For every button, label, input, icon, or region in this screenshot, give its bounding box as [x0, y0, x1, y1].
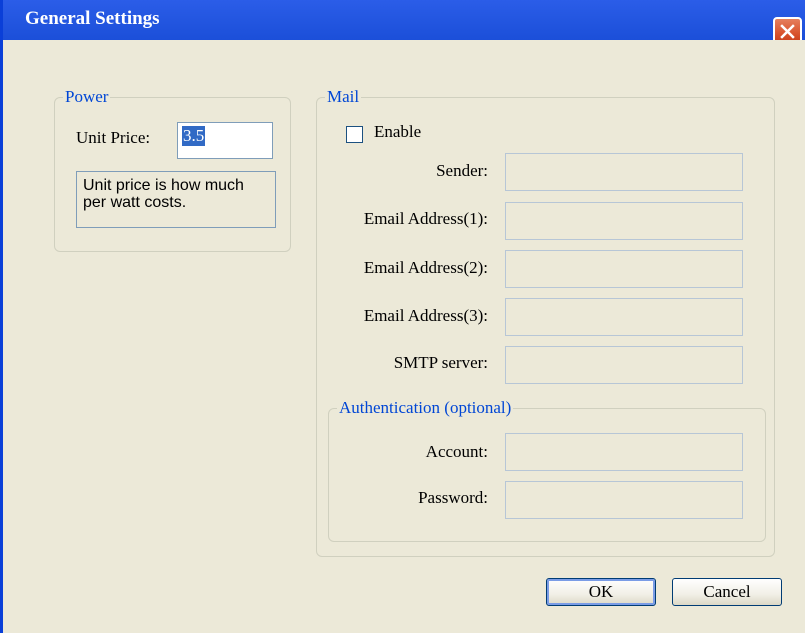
email-address-3-input[interactable] — [505, 298, 743, 336]
account-label: Account: — [425, 442, 488, 461]
close-x-icon — [780, 24, 795, 39]
unit-price-hint: Unit price is how much per watt costs. — [76, 171, 276, 228]
ok-button[interactable]: OK — [546, 578, 656, 606]
title-bar[interactable]: General Settings — [3, 0, 805, 40]
email-address-2-label: Email Address(2): — [363, 258, 488, 277]
password-input[interactable] — [505, 481, 743, 519]
window-title: General Settings — [25, 8, 160, 29]
smtp-server-label: SMTP server: — [393, 353, 488, 372]
authentication-group-legend: Authentication (optional) — [339, 398, 512, 417]
account-input[interactable] — [505, 433, 743, 471]
mail-enable-label[interactable]: Enable — [374, 122, 421, 142]
sender-label: Sender: — [436, 161, 488, 180]
sender-input[interactable] — [505, 153, 743, 191]
email-address-2-input[interactable] — [505, 250, 743, 288]
mail-group-legend: Mail — [327, 87, 360, 106]
power-group-legend: Power — [65, 87, 109, 106]
dialog-body: Power Unit Price: 3.5 Unit price is how … — [3, 40, 805, 633]
unit-price-value: 3.5 — [182, 126, 206, 146]
email-address-3-label: Email Address(3): — [363, 306, 488, 325]
unit-price-input[interactable]: 3.5 — [177, 122, 273, 159]
cancel-button[interactable]: Cancel — [672, 578, 782, 606]
email-address-1-label: Email Address(1): — [363, 209, 488, 228]
unit-price-label: Unit Price: — [76, 128, 151, 147]
email-address-1-input[interactable] — [505, 202, 743, 240]
password-label: Password: — [418, 488, 488, 507]
smtp-server-input[interactable] — [505, 346, 743, 384]
mail-enable-checkbox[interactable] — [346, 126, 363, 143]
general-settings-dialog: General Settings Power Unit Price: 3.5 U… — [0, 0, 805, 633]
